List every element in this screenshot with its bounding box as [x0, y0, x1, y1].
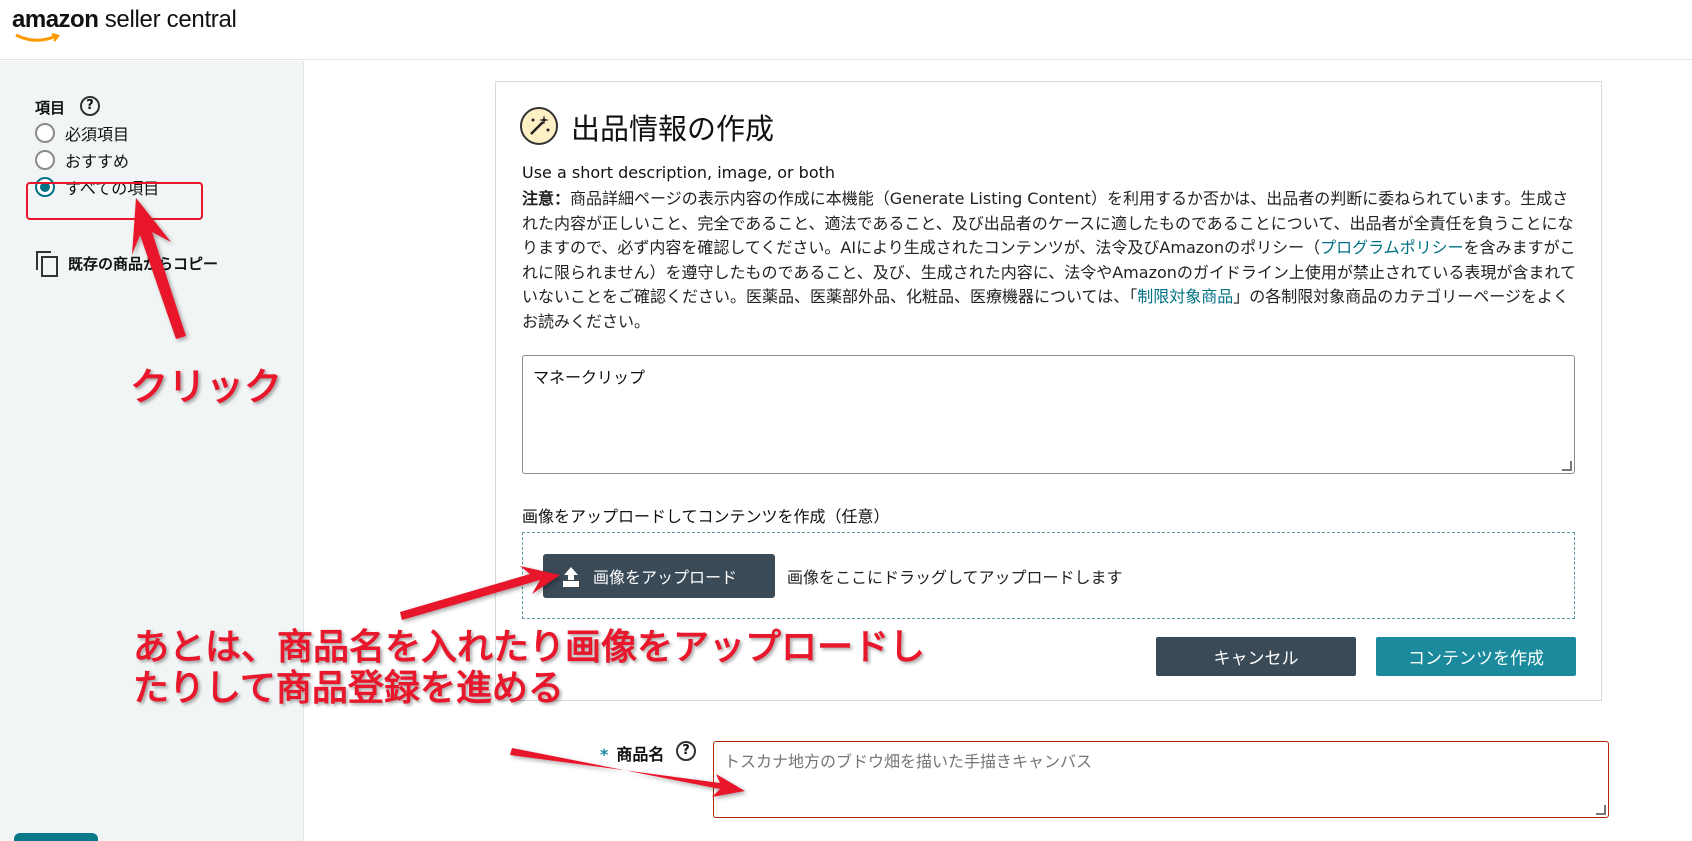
product-name-label-text: 商品名	[616, 745, 665, 764]
cancel-button[interactable]: キャンセル	[1156, 637, 1356, 676]
card-title: 出品情報の作成	[571, 112, 775, 146]
sidebar-title: 項目	[35, 99, 66, 117]
radio-button[interactable]	[35, 123, 55, 143]
drop-hint: 画像をここにドラッグしてアップロードします	[787, 568, 1123, 587]
annotation-highlight-box	[26, 182, 203, 220]
annotation-click-text: クリック	[130, 365, 283, 409]
sidebar: 項目 ? 必須項目 おすすめ すべての項目 既存の商品からコピー	[0, 61, 304, 841]
copy-label: 既存の商品からコピー	[68, 254, 219, 273]
description-value: マネークリップ	[533, 368, 646, 387]
annotation-note: あとは、商品名を入れたり画像をアップロードし たりして商品登録を進める	[133, 627, 1033, 709]
required-mark: *	[600, 745, 609, 764]
restricted-products-link[interactable]: 制限対象商品	[1137, 287, 1233, 306]
resize-handle[interactable]	[1562, 461, 1572, 471]
radio-button[interactable]	[35, 150, 55, 170]
amazon-seller-central-logo[interactable]: amazon seller central	[12, 6, 237, 46]
annotation-note-line2: たりして商品登録を進める	[133, 668, 564, 709]
upload-label: 画像をアップロードしてコンテンツを作成（任意）	[522, 507, 890, 526]
amazon-smile-icon	[15, 32, 60, 42]
listing-generator-card: 出品情報の作成 Use a short description, image, …	[495, 81, 1602, 701]
upload-image-button[interactable]: 画像をアップロード	[543, 554, 775, 598]
program-policy-link[interactable]: プログラムポリシー	[1320, 238, 1464, 257]
product-name-label: * 商品名	[600, 741, 664, 765]
upload-button-label: 画像をアップロード	[593, 568, 738, 587]
card-subtitle: Use a short description, image, or both	[522, 163, 836, 182]
logo-brand-text: amazon	[12, 6, 99, 33]
product-name-input[interactable]: トスカナ地方のブドウ畑を描いた手描きキャンバス	[713, 741, 1609, 818]
magic-wand-icon	[520, 107, 558, 145]
product-name-placeholder: トスカナ地方のブドウ畑を描いた手描きキャンバス	[724, 752, 1093, 771]
copy-from-existing-link[interactable]: 既存の商品からコピー	[36, 251, 219, 277]
help-icon[interactable]: ?	[676, 741, 696, 761]
description-textarea[interactable]: マネークリップ	[522, 355, 1575, 474]
create-content-button[interactable]: コンテンツを作成	[1376, 637, 1576, 676]
notice-text: 注意：商品詳細ページの表示内容の作成に本機能（Generate Listing …	[522, 187, 1577, 334]
copy-icon	[36, 251, 58, 277]
annotation-note-line1: あとは、商品名を入れたり画像をアップロードし	[133, 627, 926, 668]
sidebar-bottom-button[interactable]	[14, 833, 98, 841]
notice-label: 注意：	[522, 189, 571, 208]
upload-icon	[563, 567, 579, 585]
radio-label: おすすめ	[65, 152, 130, 171]
top-header: amazon seller central	[0, 0, 1692, 60]
logo-product-text: seller central	[98, 6, 237, 33]
radio-label: 必須項目	[65, 125, 130, 144]
help-icon[interactable]: ?	[80, 96, 100, 116]
image-dropzone[interactable]: 画像をアップロード 画像をここにドラッグしてアップロードします	[522, 532, 1575, 619]
magic-wand-svg	[530, 115, 550, 135]
radio-recommended[interactable]: おすすめ	[35, 148, 129, 172]
radio-required-fields[interactable]: 必須項目	[35, 121, 129, 145]
resize-handle[interactable]	[1596, 805, 1606, 815]
